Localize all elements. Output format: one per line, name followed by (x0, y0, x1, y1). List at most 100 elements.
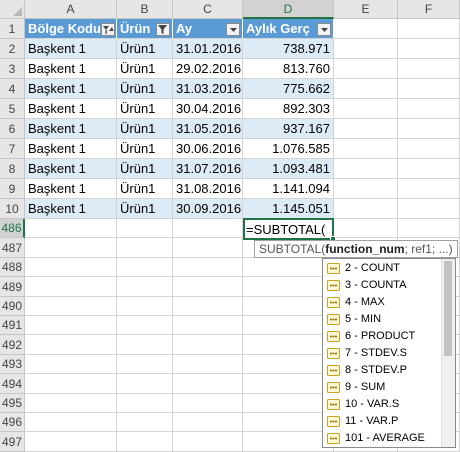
table-cell-value[interactable]: 937.167 (243, 119, 334, 139)
column-header-e[interactable]: E (334, 0, 398, 19)
empty-cell[interactable] (243, 413, 334, 432)
column-header-b[interactable]: B (117, 0, 173, 19)
table-header-region[interactable]: Bölge Kodu (25, 19, 117, 39)
table-cell-region[interactable]: Başkent 1 (25, 159, 117, 179)
table-cell-region[interactable]: Başkent 1 (25, 139, 117, 159)
table-cell-region[interactable]: Başkent 1 (25, 119, 117, 139)
empty-cell[interactable] (243, 258, 334, 277)
row-header[interactable]: 2 (0, 39, 25, 59)
empty-cell[interactable] (25, 258, 117, 277)
row-header[interactable]: 494 (0, 374, 25, 394)
table-cell-product[interactable]: Ürün1 (117, 119, 173, 139)
autocomplete-scrollbar[interactable] (441, 259, 455, 447)
empty-cell[interactable] (398, 79, 460, 99)
filter-button[interactable] (156, 23, 170, 36)
empty-cell[interactable] (25, 297, 117, 316)
table-header-product[interactable]: Ürün (117, 19, 173, 39)
empty-cell[interactable] (243, 355, 334, 374)
empty-cell[interactable] (117, 413, 173, 432)
table-cell-value[interactable]: 1.145.051 (243, 199, 334, 219)
empty-cell[interactable] (117, 432, 173, 452)
autocomplete-item[interactable]: 8 - STDEV.P (325, 362, 443, 379)
empty-cell[interactable] (25, 413, 117, 432)
row-header[interactable]: 489 (0, 277, 25, 297)
row-header[interactable]: 9 (0, 179, 25, 199)
row-header[interactable]: 493 (0, 355, 25, 374)
autocomplete-item[interactable]: 6 - PRODUCT (325, 328, 443, 345)
dropdown-button[interactable] (226, 23, 240, 36)
table-cell-product[interactable]: Ürün1 (117, 139, 173, 159)
table-cell-month[interactable]: 31.07.2016 (173, 159, 243, 179)
table-cell-month[interactable]: 30.06.2016 (173, 139, 243, 159)
autocomplete-item[interactable]: 4 - MAX (325, 294, 443, 311)
empty-cell[interactable] (173, 394, 243, 413)
row-header[interactable]: 492 (0, 335, 25, 355)
empty-cell[interactable] (334, 19, 398, 39)
table-cell-month[interactable]: 31.05.2016 (173, 119, 243, 139)
column-header-f[interactable]: F (398, 0, 460, 19)
table-cell-value[interactable]: 892.303 (243, 99, 334, 119)
autocomplete-item[interactable]: 11 - VAR.P (325, 413, 443, 430)
empty-cell[interactable] (334, 179, 398, 199)
table-cell-value[interactable]: 1.141.094 (243, 179, 334, 199)
empty-cell[interactable] (398, 119, 460, 139)
empty-cell[interactable] (334, 59, 398, 79)
table-cell-region[interactable]: Başkent 1 (25, 39, 117, 59)
empty-cell[interactable] (117, 335, 173, 355)
function-argument-tooltip[interactable]: SUBTOTAL(function_num; ref1; ...) (254, 240, 458, 258)
table-header-actual[interactable]: Aylık Gerç (243, 19, 334, 39)
empty-cell[interactable] (25, 355, 117, 374)
table-cell-region[interactable]: Başkent 1 (25, 179, 117, 199)
row-header[interactable]: 495 (0, 394, 25, 413)
empty-cell[interactable] (334, 199, 398, 219)
dropdown-button[interactable] (317, 23, 331, 36)
empty-cell[interactable] (243, 316, 334, 335)
table-cell-region[interactable]: Başkent 1 (25, 199, 117, 219)
table-cell-product[interactable]: Ürün1 (117, 59, 173, 79)
empty-cell[interactable] (117, 316, 173, 335)
table-cell-product[interactable]: Ürün1 (117, 99, 173, 119)
table-cell-region[interactable]: Başkent 1 (25, 59, 117, 79)
empty-cell[interactable] (334, 139, 398, 159)
empty-cell[interactable] (25, 238, 117, 258)
row-header[interactable]: 7 (0, 139, 25, 159)
empty-cell[interactable] (398, 139, 460, 159)
empty-cell[interactable] (117, 355, 173, 374)
row-header[interactable]: 8 (0, 159, 25, 179)
table-cell-value[interactable]: 738.971 (243, 39, 334, 59)
empty-cell[interactable] (243, 394, 334, 413)
table-cell-value[interactable]: 813.760 (243, 59, 334, 79)
autocomplete-item[interactable]: 3 - COUNTA (325, 277, 443, 294)
table-cell-product[interactable]: Ürün1 (117, 39, 173, 59)
empty-cell[interactable] (25, 374, 117, 394)
empty-cell[interactable] (117, 394, 173, 413)
empty-cell[interactable] (334, 119, 398, 139)
row-header[interactable]: 496 (0, 413, 25, 432)
empty-cell[interactable] (173, 316, 243, 335)
scrollbar-thumb[interactable] (444, 261, 452, 356)
row-header[interactable]: 10 (0, 199, 25, 219)
table-cell-month[interactable]: 31.08.2016 (173, 179, 243, 199)
empty-cell[interactable] (243, 374, 334, 394)
empty-cell[interactable] (334, 79, 398, 99)
row-header[interactable]: 487 (0, 238, 25, 258)
empty-cell[interactable] (25, 335, 117, 355)
table-cell-month[interactable]: 31.03.2016 (173, 79, 243, 99)
empty-cell[interactable] (173, 238, 243, 258)
autocomplete-item[interactable]: 101 - AVERAGE (325, 430, 443, 447)
empty-cell[interactable] (173, 413, 243, 432)
autocomplete-item[interactable]: 5 - MIN (325, 311, 443, 328)
column-header-c[interactable]: C (173, 0, 243, 19)
empty-cell[interactable] (117, 277, 173, 297)
table-cell-month[interactable]: 29.02.2016 (173, 59, 243, 79)
table-cell-region[interactable]: Başkent 1 (25, 79, 117, 99)
empty-cell[interactable] (117, 374, 173, 394)
empty-cell[interactable] (243, 297, 334, 316)
table-cell-product[interactable]: Ürün1 (117, 199, 173, 219)
row-header[interactable]: 497 (0, 432, 25, 452)
select-all-button[interactable] (0, 0, 25, 19)
empty-cell[interactable] (117, 258, 173, 277)
empty-cell[interactable] (334, 39, 398, 59)
empty-cell[interactable] (398, 59, 460, 79)
empty-cell[interactable] (173, 258, 243, 277)
